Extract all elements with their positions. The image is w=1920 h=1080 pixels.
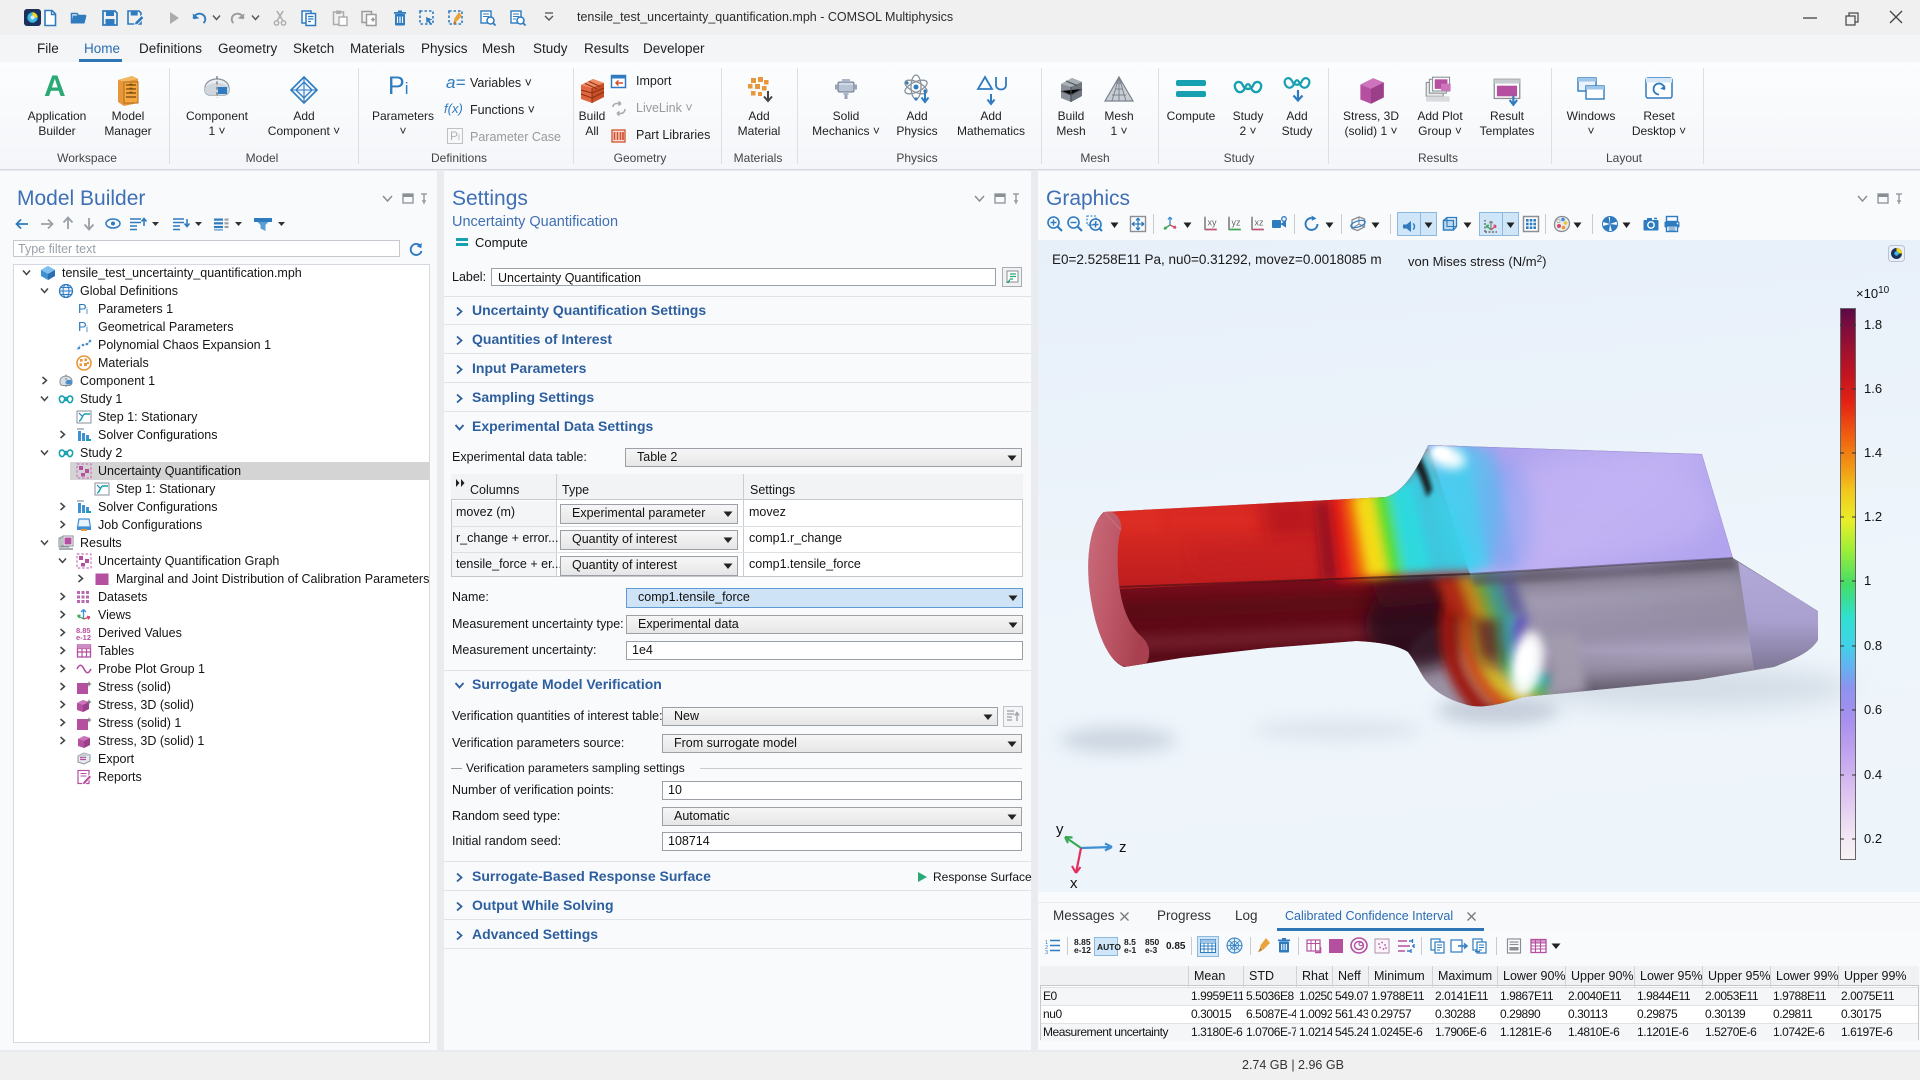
svg-text:xy: xy — [1208, 218, 1218, 228]
svg-text:z: z — [1119, 839, 1127, 856]
svg-text:i: i — [86, 324, 88, 334]
svg-text:i: i — [86, 306, 88, 316]
svg-text:yz: yz — [1232, 218, 1242, 228]
svg-text:x: x — [1070, 875, 1078, 892]
svg-text:3: 3 — [1045, 950, 1048, 956]
svg-text:xz: xz — [1255, 218, 1265, 228]
svg-text:e-12: e-12 — [76, 633, 91, 642]
svg-text:y: y — [1056, 821, 1064, 838]
